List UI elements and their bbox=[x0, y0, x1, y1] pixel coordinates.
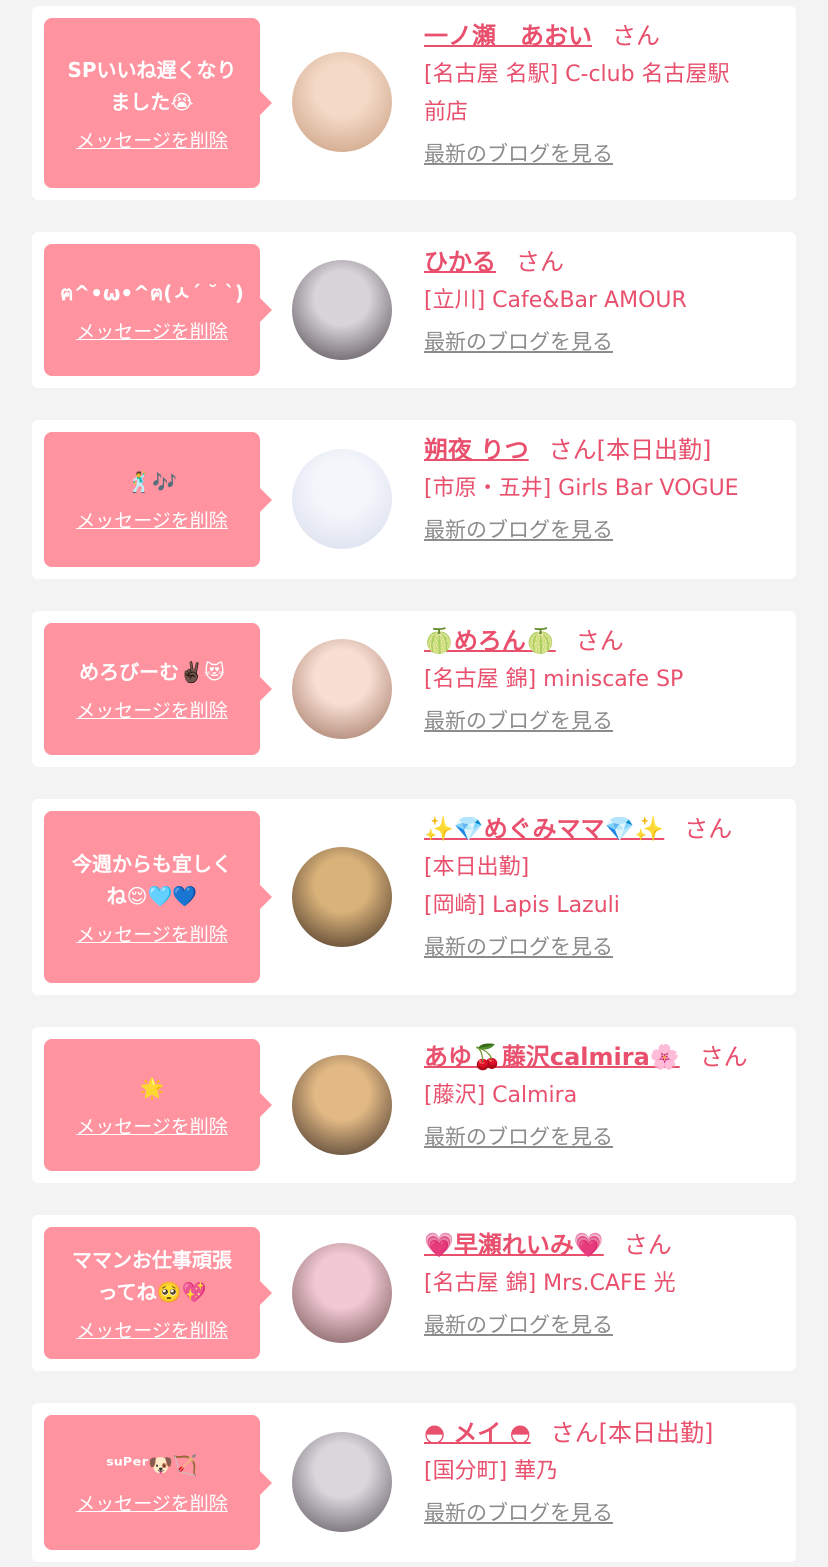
name-row: ◓ メイ ◓ さん[本日出勤] bbox=[424, 1413, 784, 1453]
message-text: めろびーむ✌🏿😻 bbox=[79, 659, 225, 684]
avatar[interactable] bbox=[292, 1432, 392, 1532]
latest-blog-link[interactable]: 最新のブログを見る bbox=[424, 138, 613, 168]
avatar[interactable] bbox=[292, 1243, 392, 1343]
honorific: さん bbox=[548, 436, 597, 464]
name-row: 🍈めろん🍈 さん bbox=[424, 621, 784, 661]
message-text: ฅ^•ω•^ฅ(ㅅ´ ˘ `) bbox=[60, 280, 244, 305]
message-text: 今週からも宜しく ね😌🩵💙 bbox=[72, 851, 232, 908]
message-card: ฅ^•ω•^ฅ(ㅅ´ ˘ `) メッセージを削除 ひかる さん [立川] Cafe… bbox=[32, 232, 796, 388]
cast-name-link[interactable]: ひかる bbox=[424, 248, 496, 276]
name-row: 朔夜 りつ さん[本日出勤] bbox=[424, 430, 784, 470]
message-text: ママンお仕事頑張 ってね🥺💖 bbox=[72, 1247, 232, 1304]
message-text: 🕺🎶 bbox=[127, 470, 177, 494]
cast-name-link[interactable]: あゆ🍒藤沢calmira🌸 bbox=[424, 1043, 680, 1071]
shop-info-line: [名古屋 名駅] C-club 名古屋駅 bbox=[424, 62, 730, 87]
shop-info-line: [名古屋 錦] miniscafe SP bbox=[424, 667, 684, 692]
message-card: 今週からも宜しく ね😌🩵💙 メッセージを削除 ✨💎めぐみママ💎✨ さん [本日出勤… bbox=[32, 799, 796, 995]
avatar[interactable] bbox=[292, 639, 392, 739]
cast-info: 一ノ瀬 あおい さん [名古屋 名駅] C-club 名古屋駅 前店 最新のブログを… bbox=[424, 16, 784, 168]
message-text: ˢᵘᴾᵉʳ🐶🏹 bbox=[106, 1453, 198, 1477]
honorific: さん bbox=[623, 1231, 672, 1259]
message-card: 🕺🎶 メッセージを削除 朔夜 りつ さん[本日出勤] [市原・五井] Girls … bbox=[32, 420, 796, 579]
latest-blog-link[interactable]: 最新のブログを見る bbox=[424, 514, 613, 544]
cast-name-link[interactable]: 💗早瀬れいみ💗 bbox=[424, 1231, 604, 1259]
message-text: 🌟 bbox=[139, 1075, 165, 1100]
latest-blog-link[interactable]: 最新のブログを見る bbox=[424, 1121, 613, 1151]
cast-info: 朔夜 りつ さん[本日出勤] [市原・五井] Girls Bar VOGUE 最新… bbox=[424, 430, 784, 544]
message-card: ママンお仕事頑張 ってね🥺💖 メッセージを削除 💗早瀬れいみ💗 さん [名古屋 錦… bbox=[32, 1215, 796, 1371]
delete-message-link[interactable]: メッセージを削除 bbox=[76, 317, 228, 344]
avatar[interactable] bbox=[292, 847, 392, 947]
shop-info-line: [市原・五井] Girls Bar VOGUE bbox=[424, 476, 739, 501]
message-bubble: ママンお仕事頑張 ってね🥺💖 メッセージを削除 bbox=[44, 1227, 272, 1359]
cast-info: あゆ🍒藤沢calmira🌸 さん [藤沢] Calmira 最新のブログを見る bbox=[424, 1037, 784, 1151]
message-bubble: めろびーむ✌🏿😻 メッセージを削除 bbox=[44, 623, 272, 755]
cast-name-link[interactable]: 🍈めろん🍈 bbox=[424, 627, 556, 655]
message-text: SPいいね遅くなり ました😭 bbox=[67, 57, 237, 114]
name-row: ✨💎めぐみママ💎✨ さん bbox=[424, 809, 784, 849]
cast-info: ✨💎めぐみママ💎✨ さん [本日出勤] [岡崎] Lapis Lazuli 最新のブ… bbox=[424, 809, 784, 961]
shop-info-line: [名古屋 錦] Mrs.CAFE 光 bbox=[424, 1271, 676, 1296]
message-card: 🌟 メッセージを削除 あゆ🍒藤沢calmira🌸 さん [藤沢] Calmira … bbox=[32, 1027, 796, 1183]
message-card: ˢᵘᴾᵉʳ🐶🏹 メッセージを削除 ◓ メイ ◓ さん[本日出勤] [国分町] 華乃… bbox=[32, 1403, 796, 1562]
avatar[interactable] bbox=[292, 52, 392, 152]
avatar[interactable] bbox=[292, 449, 392, 549]
message-list: SPいいね遅くなり ました😭 メッセージを削除 一ノ瀬 あおい さん [名古屋 名… bbox=[0, 0, 828, 1567]
message-bubble: SPいいね遅くなり ました😭 メッセージを削除 bbox=[44, 18, 272, 188]
shop-info-line: [立川] Cafe&Bar AMOUR bbox=[424, 288, 687, 313]
message-bubble: 🌟 メッセージを削除 bbox=[44, 1039, 272, 1171]
latest-blog-link[interactable]: 最新のブログを見る bbox=[424, 705, 613, 735]
message-bubble: 今週からも宜しく ね😌🩵💙 メッセージを削除 bbox=[44, 811, 272, 983]
cast-info: 💗早瀬れいみ💗 さん [名古屋 錦] Mrs.CAFE 光 最新のブログを見る bbox=[424, 1225, 784, 1339]
latest-blog-link[interactable]: 最新のブログを見る bbox=[424, 931, 613, 961]
cast-name-link[interactable]: 朔夜 りつ bbox=[424, 436, 529, 464]
avatar[interactable] bbox=[292, 1055, 392, 1155]
honorific: さん bbox=[699, 1043, 748, 1071]
latest-blog-link[interactable]: 最新のブログを見る bbox=[424, 326, 613, 356]
delete-message-link[interactable]: メッセージを削除 bbox=[76, 920, 228, 947]
cast-info: ひかる さん [立川] Cafe&Bar AMOUR 最新のブログを見る bbox=[424, 242, 784, 356]
honorific: さん bbox=[684, 815, 733, 843]
latest-blog-link[interactable]: 最新のブログを見る bbox=[424, 1497, 613, 1527]
message-bubble: ฅ^•ω•^ฅ(ㅅ´ ˘ `) メッセージを削除 bbox=[44, 244, 272, 376]
cast-name-link[interactable]: ✨💎めぐみママ💎✨ bbox=[424, 815, 664, 843]
delete-message-link[interactable]: メッセージを削除 bbox=[76, 1112, 228, 1139]
name-row: 一ノ瀬 あおい さん bbox=[424, 16, 784, 56]
delete-message-link[interactable]: メッセージを削除 bbox=[76, 696, 228, 723]
delete-message-link[interactable]: メッセージを削除 bbox=[76, 126, 228, 153]
shop-info-line: [藤沢] Calmira bbox=[424, 1083, 578, 1108]
message-bubble: ˢᵘᴾᵉʳ🐶🏹 メッセージを削除 bbox=[44, 1415, 272, 1550]
cast-name-link[interactable]: ◓ メイ ◓ bbox=[424, 1419, 531, 1447]
status-badge: [本日出勤] bbox=[598, 1419, 714, 1447]
shop-info-line: [岡崎] Lapis Lazuli bbox=[424, 893, 620, 918]
name-row: ひかる さん bbox=[424, 242, 784, 282]
message-bubble: 🕺🎶 メッセージを削除 bbox=[44, 432, 272, 567]
message-card: めろびーむ✌🏿😻 メッセージを削除 🍈めろん🍈 さん [名古屋 錦] minisc… bbox=[32, 611, 796, 767]
cast-info: ◓ メイ ◓ さん[本日出勤] [国分町] 華乃 最新のブログを見る bbox=[424, 1413, 784, 1527]
message-card: SPいいね遅くなり ました😭 メッセージを削除 一ノ瀬 あおい さん [名古屋 名… bbox=[32, 6, 796, 200]
shop-info-line: 前店 bbox=[424, 100, 469, 125]
status-badge: [本日出勤] bbox=[596, 436, 712, 464]
latest-blog-link[interactable]: 最新のブログを見る bbox=[424, 1309, 613, 1339]
delete-message-link[interactable]: メッセージを削除 bbox=[76, 1489, 228, 1516]
shop-info-line: [本日出勤] bbox=[424, 855, 530, 880]
honorific: さん bbox=[575, 627, 624, 655]
cast-name-link[interactable]: 一ノ瀬 あおい bbox=[424, 22, 592, 50]
honorific: さん bbox=[550, 1419, 599, 1447]
shop-info-line: [国分町] 華乃 bbox=[424, 1459, 559, 1484]
honorific: さん bbox=[516, 248, 564, 276]
delete-message-link[interactable]: メッセージを削除 bbox=[76, 1316, 228, 1343]
name-row: 💗早瀬れいみ💗 さん bbox=[424, 1225, 784, 1265]
honorific: さん bbox=[612, 22, 660, 50]
delete-message-link[interactable]: メッセージを削除 bbox=[76, 506, 228, 533]
avatar[interactable] bbox=[292, 260, 392, 360]
cast-info: 🍈めろん🍈 さん [名古屋 錦] miniscafe SP 最新のブログを見る bbox=[424, 621, 784, 735]
name-row: あゆ🍒藤沢calmira🌸 さん bbox=[424, 1037, 784, 1077]
